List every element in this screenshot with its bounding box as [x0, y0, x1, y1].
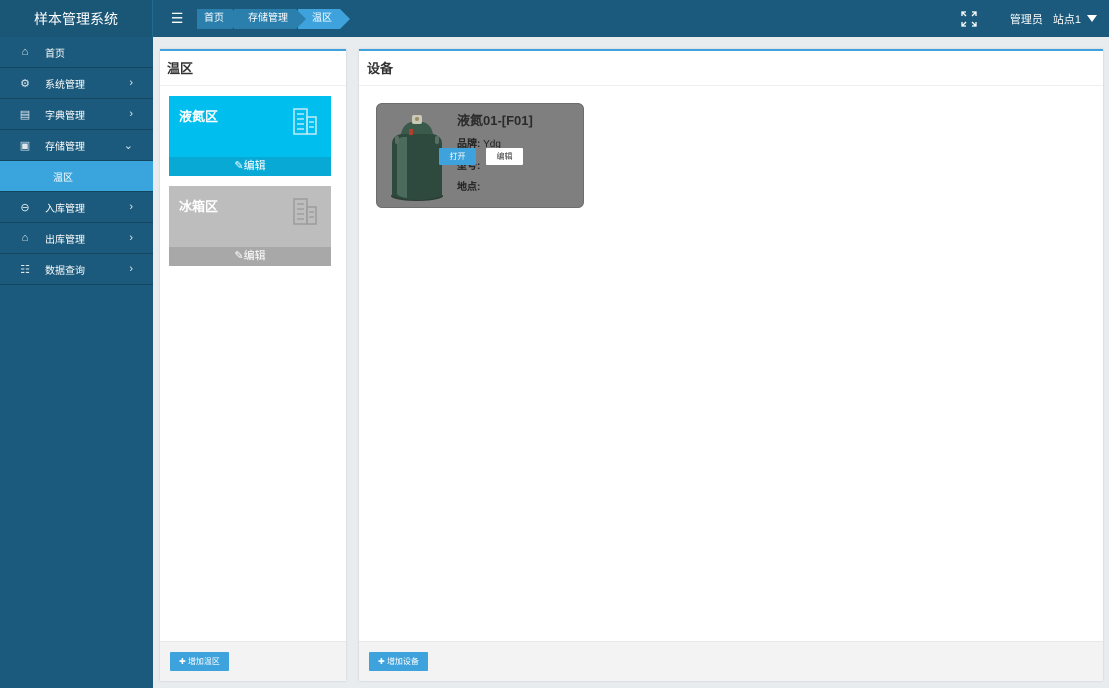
- chevron-right-icon: ›: [129, 232, 133, 244]
- devices-panel-footer: ✚ 增加设备: [359, 641, 1103, 681]
- top-bar: 样本管理系统 ☰ 首页 存储管理 温区 管理员 站点1: [0, 0, 1109, 37]
- device-name: 液氮01-[F01]: [457, 113, 533, 128]
- zone-edit-button[interactable]: ✎编辑: [169, 157, 331, 176]
- pencil-icon: ✎: [234, 160, 244, 172]
- breadcrumb-storage[interactable]: 存储管理: [234, 8, 306, 29]
- inbound-icon: ⊖: [20, 201, 30, 214]
- fullscreen-icon[interactable]: [960, 10, 978, 28]
- save-icon: ▣: [19, 139, 31, 152]
- sidebar-item-home[interactable]: ⌂ 首页: [0, 37, 153, 68]
- sidebar-item-storage[interactable]: ▣ 存储管理 ⌄: [0, 130, 153, 161]
- app-title: 样本管理系统: [0, 0, 153, 37]
- zone-edit-label: 编辑: [243, 250, 266, 262]
- chevron-right-icon: ›: [129, 108, 133, 120]
- devices-panel-title: 设备: [359, 51, 1103, 86]
- chevron-right-icon: ›: [129, 263, 133, 275]
- top-right-area: 管理员 站点1: [960, 0, 1109, 37]
- sidebar-item-label: 出库管理: [45, 234, 85, 246]
- chevron-right-icon: ›: [129, 201, 133, 213]
- zone-edit-button[interactable]: ✎编辑: [169, 247, 331, 266]
- sidebar-item-label: 数据查询: [45, 265, 85, 277]
- add-zone-button[interactable]: ✚ 增加温区: [170, 652, 229, 671]
- zone-name: 液氮区: [179, 109, 219, 124]
- breadcrumb-home[interactable]: 首页: [197, 8, 242, 29]
- device-location: 地点:: [457, 178, 480, 193]
- add-device-label: 增加设备: [386, 657, 419, 666]
- sidebar-item-label: 温区: [53, 172, 73, 184]
- building-icon: [293, 198, 317, 225]
- query-icon: ☷: [20, 263, 30, 276]
- plus-icon: ✚: [378, 657, 387, 666]
- breadcrumb: 首页 存储管理 温区: [197, 8, 350, 29]
- sidebar-item-label: 入库管理: [45, 203, 85, 215]
- sidebar-item-label: 系统管理: [45, 79, 85, 91]
- sidebar-item-zone[interactable]: 温区: [0, 161, 153, 192]
- book-icon: ▤: [19, 108, 31, 121]
- sidebar-item-query[interactable]: ☷ 数据查询 ›: [0, 254, 153, 285]
- add-device-button[interactable]: ✚ 增加设备: [369, 652, 428, 671]
- plus-icon: ✚: [179, 657, 188, 666]
- chevron-right-icon: ›: [129, 77, 133, 89]
- gear-icon: ⚙: [20, 77, 30, 90]
- sidebar-item-dictionary[interactable]: ▤ 字典管理 ›: [0, 99, 153, 130]
- sidebar-item-label: 存储管理: [45, 141, 85, 153]
- sidebar-item-inbound[interactable]: ⊖ 入库管理 ›: [0, 192, 153, 223]
- device-location-label: 地点:: [457, 182, 481, 193]
- building-icon: [293, 108, 317, 135]
- zones-panel-footer: ✚ 增加温区: [160, 641, 346, 681]
- edit-device-button[interactable]: 编辑: [486, 148, 523, 165]
- pencil-icon: ✎: [234, 250, 244, 262]
- menu-icon[interactable]: ☰: [167, 0, 187, 37]
- zones-panel: 温区 液氮区 ✎编辑 冰箱区 ✎编辑 ✚ 增加温区: [160, 49, 346, 681]
- site-selector[interactable]: 站点1: [1053, 11, 1081, 27]
- outbound-icon: ⌂: [21, 232, 29, 244]
- sidebar-item-label: 字典管理: [45, 110, 85, 122]
- sidebar: ⌂ 首页 ⚙ 系统管理 › ▤ 字典管理 › ▣ 存储管理 ⌄ 温区 ⊖ 入库管…: [0, 37, 153, 688]
- sidebar-item-outbound[interactable]: ⌂ 出库管理 ›: [0, 223, 153, 254]
- zone-edit-label: 编辑: [243, 160, 266, 172]
- zones-panel-title: 温区: [160, 51, 346, 86]
- devices-panel: 设备 液氮01-[F01] 品牌: Ydg 型号: 地点: 打开 编辑 ✚ 增加…: [359, 49, 1103, 681]
- chevron-down-icon: ⌄: [123, 139, 133, 152]
- sidebar-item-system[interactable]: ⚙ 系统管理 ›: [0, 68, 153, 99]
- device-card[interactable]: 液氮01-[F01] 品牌: Ydg 型号: 地点: 打开 编辑: [376, 103, 584, 208]
- open-device-button[interactable]: 打开: [439, 148, 476, 165]
- home-icon: ⌂: [21, 46, 29, 58]
- liquid-nitrogen-tank-image: [391, 115, 443, 201]
- sidebar-item-label: 首页: [45, 48, 65, 60]
- add-zone-label: 增加温区: [187, 657, 220, 666]
- zone-card-liquid-nitrogen[interactable]: 液氮区 ✎编辑: [169, 96, 331, 176]
- caret-down-icon[interactable]: [1087, 15, 1097, 22]
- zone-card-fridge[interactable]: 冰箱区 ✎编辑: [169, 186, 331, 266]
- user-name[interactable]: 管理员: [1010, 11, 1043, 27]
- zone-name: 冰箱区: [179, 199, 219, 214]
